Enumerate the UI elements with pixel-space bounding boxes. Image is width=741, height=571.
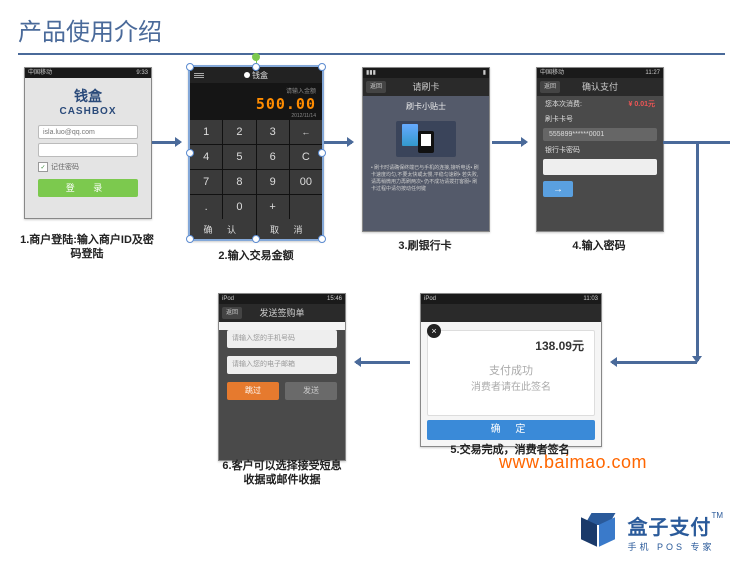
login-button[interactable]: 登 录: [38, 179, 138, 197]
arrow-to-5: [612, 361, 697, 364]
arrow-4-down: [696, 141, 699, 361]
key-00[interactable]: 00: [290, 170, 322, 194]
key-back[interactable]: ←: [290, 120, 322, 144]
logo-en: CASHBOX: [59, 106, 116, 117]
arrow-1-2: [152, 141, 180, 144]
key-4[interactable]: 4: [190, 145, 222, 169]
key-0[interactable]: 0: [223, 195, 255, 219]
arrow-5-6: [356, 361, 410, 364]
step6-screen: iPod15:46 返回发送签购单 请输入您的手机号码 请输入您的电子邮箱 跳过…: [218, 293, 346, 461]
page-title: 产品使用介绍: [0, 0, 741, 53]
watermark: www.baimao.com: [499, 452, 647, 473]
key-plus[interactable]: +: [257, 195, 289, 219]
ok-button[interactable]: 确 定: [427, 420, 595, 440]
email-field[interactable]: isla.luo@qq.com: [38, 125, 138, 139]
step2-screen[interactable]: 钱盒 请输入金额 500.00 2012/11/14 1 2 3 ← 4 5 6…: [188, 65, 324, 241]
key-clear[interactable]: C: [290, 145, 322, 169]
key-9[interactable]: 9: [257, 170, 289, 194]
cube-icon: [581, 513, 619, 551]
success-text: 支付成功: [489, 362, 533, 378]
swipe-tips: • 刷卡时请确保终端已与手机的连接,接听电话• 刷卡速度均匀,不要太快或太慢,平…: [363, 161, 489, 197]
paid-amount: 138.09元: [535, 337, 584, 354]
menu-icon[interactable]: [194, 73, 204, 78]
app-logo: 钱盒: [244, 70, 268, 81]
send-button[interactable]: 发送: [285, 382, 337, 400]
close-icon[interactable]: ×: [427, 324, 441, 338]
cancel-button[interactable]: 取 消: [257, 219, 323, 239]
arrow-2-3: [324, 141, 352, 144]
key-1[interactable]: 1: [190, 120, 222, 144]
key-8[interactable]: 8: [223, 170, 255, 194]
step1-caption: 1.商户登陆:输入商户ID及密码登陆: [20, 233, 154, 261]
rotate-handle[interactable]: [252, 53, 260, 61]
swipe-title: 刷卡小贴士: [363, 96, 489, 117]
sign-prompt[interactable]: 消费者请在此签名: [471, 378, 551, 393]
confirm-button[interactable]: 确 认: [190, 219, 256, 239]
step4-screen: 中国移动11:27 返回确认支付 您本次消费:¥ 0.01元 刷卡卡号 5558…: [536, 67, 664, 232]
pay-amount: ¥ 0.01元: [629, 99, 655, 109]
phone-input[interactable]: 请输入您的手机号码: [227, 330, 337, 348]
step1-screen: 中国移动9:33 钱盒 CASHBOX isla.luo@qq.com ✓记住密…: [24, 67, 152, 219]
back-button[interactable]: 返回: [222, 307, 242, 319]
swipe-illustration: [396, 121, 456, 157]
submit-button[interactable]: →: [543, 181, 573, 197]
key-dot[interactable]: .: [190, 195, 222, 219]
email-input[interactable]: 请输入您的电子邮箱: [227, 356, 337, 374]
key-7[interactable]: 7: [190, 170, 222, 194]
step3-caption: 3.刷银行卡: [390, 239, 460, 253]
brand-logo: 盒子支付 TM 手机 POS 专家: [581, 511, 723, 553]
key-5[interactable]: 5: [223, 145, 255, 169]
step5-screen: iPod11:03 × 138.09元 支付成功 消费者请在此签名 确 定: [420, 293, 602, 447]
key-6[interactable]: 6: [257, 145, 289, 169]
pin-input[interactable]: [543, 159, 657, 175]
back-button[interactable]: 返回: [540, 81, 560, 93]
key-2[interactable]: 2: [223, 120, 255, 144]
logo-zh: 钱盒: [74, 86, 102, 106]
back-button[interactable]: 返回: [366, 81, 386, 93]
arrow-3-4: [492, 141, 526, 144]
step2-caption: 2.输入交易金额: [206, 249, 306, 263]
card-number: 555899******0001: [543, 128, 657, 141]
remember-checkbox[interactable]: ✓: [38, 162, 48, 172]
key-3[interactable]: 3: [257, 120, 289, 144]
password-field[interactable]: [38, 143, 138, 157]
step3-screen: ▮▮▮▮ 返回请刷卡 刷卡小贴士 • 刷卡时请确保终端已与手机的连接,接听电话•…: [362, 67, 490, 232]
step4-caption: 4.输入密码: [564, 239, 634, 253]
step6-caption: 6.客户可以选择接受短息收据或邮件收据: [218, 459, 346, 487]
skip-button[interactable]: 跳过: [227, 382, 279, 400]
amount-display: 500.00: [190, 95, 316, 113]
